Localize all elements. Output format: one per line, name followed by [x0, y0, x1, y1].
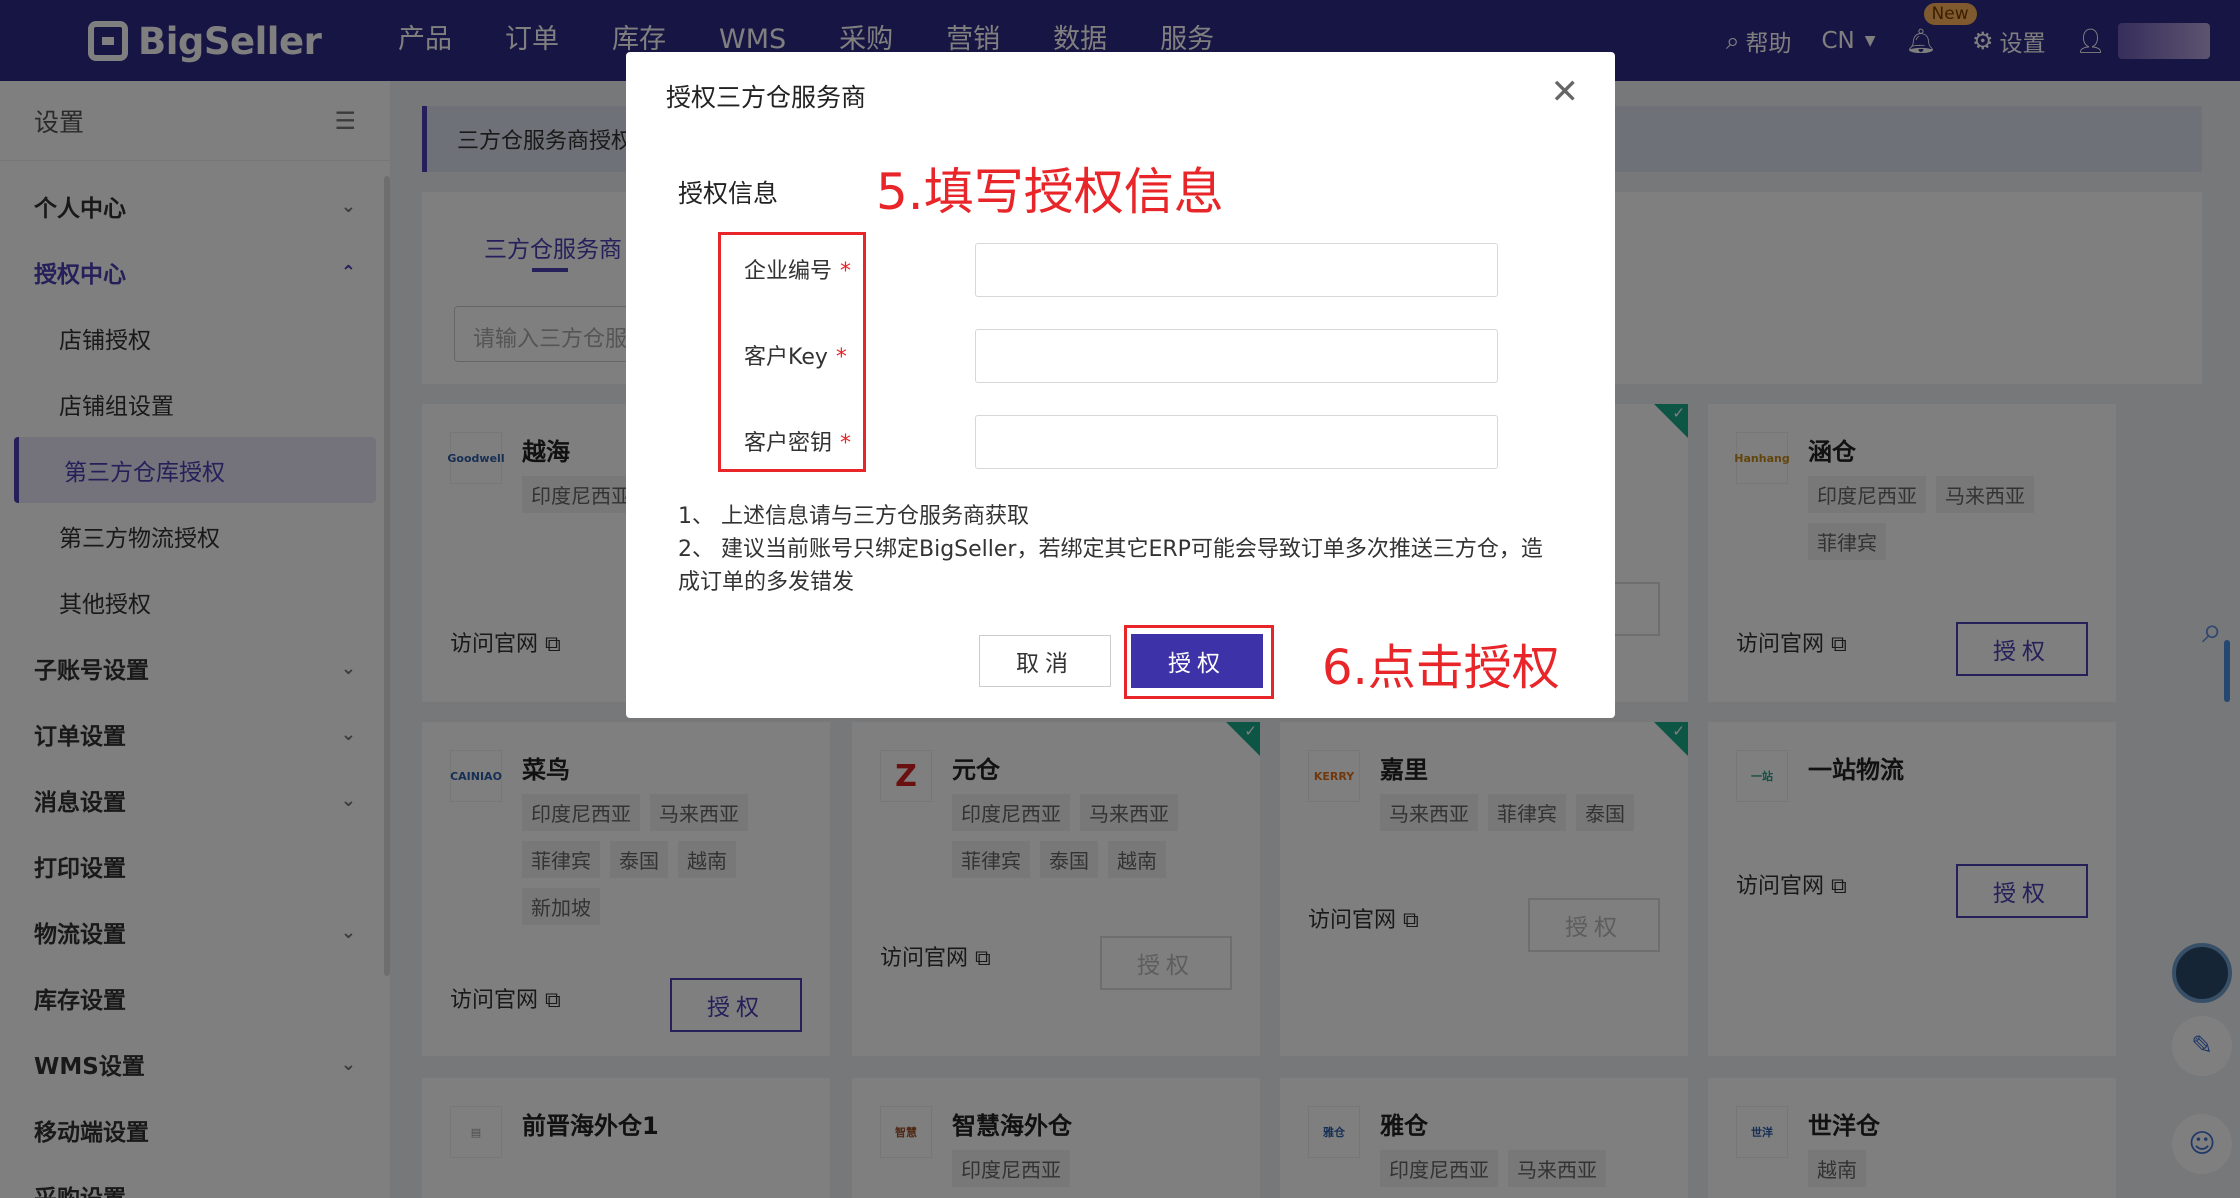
note-line-2: 2、 建议当前账号只绑定BigSeller，若绑定其它ERP可能会导致订单多次推… — [678, 537, 1543, 595]
note-line-1: 1、 上述信息请与三方仓服务商获取 — [678, 504, 1029, 529]
required-mark: * — [840, 259, 852, 284]
required-mark: * — [840, 431, 852, 456]
field-label-customer-secret: 客户密钥 * — [744, 425, 851, 457]
required-mark: * — [835, 345, 847, 370]
authorize-provider-dialog: 授权三方仓服务商 ✕ 授权信息 5.填写授权信息 企业编号 * 客户Key * 客户… — [626, 52, 1615, 718]
field-label-text: 企业编号 — [744, 259, 833, 284]
company-id-input[interactable] — [975, 243, 1498, 297]
section-title: 授权信息 — [678, 179, 779, 208]
cancel-button[interactable]: 取消 — [979, 635, 1111, 687]
field-label-text: 客户Key — [744, 345, 828, 370]
field-label-customer-key: 客户Key * — [744, 339, 847, 371]
field-label-company-id: 企业编号 * — [744, 253, 851, 285]
dialog-title: 授权三方仓服务商 — [666, 83, 867, 112]
authorize-button[interactable]: 授权 — [1131, 634, 1263, 688]
field-label-text: 客户密钥 — [744, 431, 833, 456]
close-icon[interactable]: ✕ — [1551, 72, 1580, 112]
customer-key-input[interactable] — [975, 329, 1498, 383]
annotation-step-6: 6.点击授权 — [1322, 640, 1560, 696]
auth-notes: 1、 上述信息请与三方仓服务商获取 2、 建议当前账号只绑定BigSeller，… — [678, 500, 1558, 599]
customer-secret-input[interactable] — [975, 415, 1498, 469]
annotation-step-5: 5.填写授权信息 — [876, 163, 1224, 221]
